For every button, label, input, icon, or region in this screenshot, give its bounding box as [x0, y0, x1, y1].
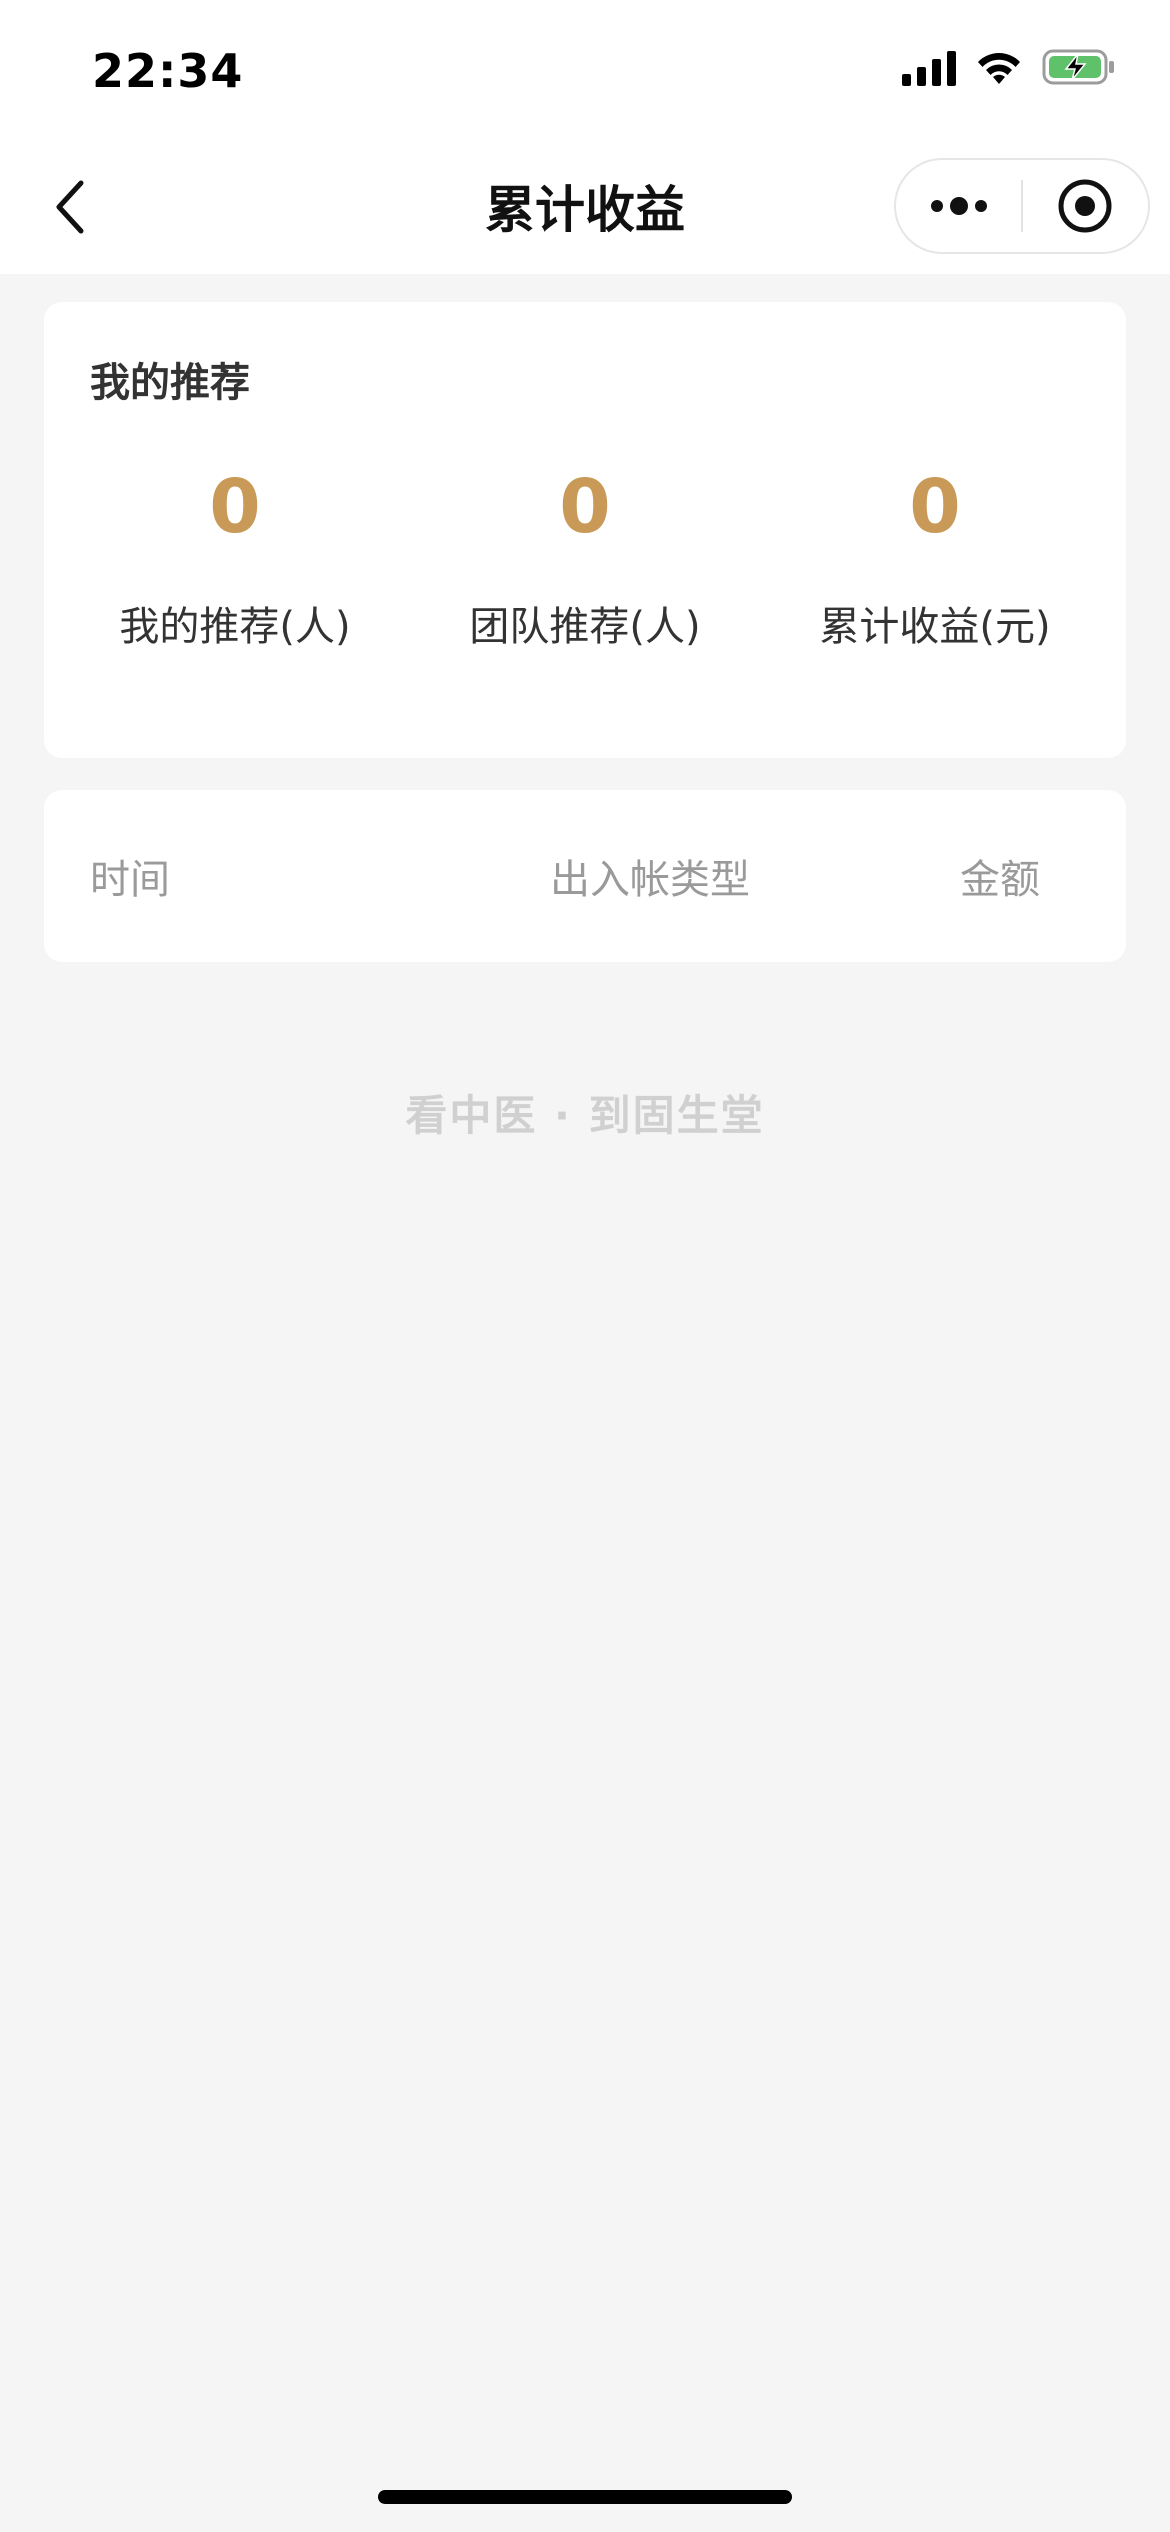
mini-program-capsule [894, 158, 1150, 254]
wifi-icon [974, 48, 1024, 86]
battery-charging-icon [1042, 48, 1116, 86]
stat-label: 累计收益(元) [819, 604, 1051, 650]
stat-my-referrals: 0 我的推荐(人) [60, 470, 410, 652]
stat-value: 0 [909, 464, 961, 550]
brand-slogan: 看中医 · 到固生堂 [405, 1091, 765, 1140]
stat-total-earnings: 0 累计收益(元) [760, 470, 1110, 652]
column-header-time: 时间 [90, 857, 170, 903]
stat-label: 我的推荐(人) [119, 604, 351, 650]
home-indicator[interactable] [378, 2490, 792, 2504]
stats-row: 0 我的推荐(人) 0 团队推荐(人) 0 累计收益(元) [60, 470, 1110, 652]
target-close-icon [1058, 179, 1112, 233]
card-title: 我的推荐 [90, 360, 250, 406]
status-icons [902, 48, 1116, 86]
stat-label: 团队推荐(人) [469, 604, 701, 650]
signal-icon [902, 48, 956, 86]
screen: 22:34 累计收益 我的推荐 0 我的推荐(人) 0 团队推荐(人) 0 累计… [0, 0, 1170, 2532]
more-button[interactable] [896, 160, 1021, 252]
status-time: 22:34 [92, 44, 244, 98]
stat-value: 0 [559, 464, 611, 550]
stat-team-referrals: 0 团队推荐(人) [410, 470, 760, 652]
column-header-type: 出入帐类型 [550, 857, 750, 903]
transactions-table-header: 时间 出入帐类型 金额 [44, 790, 1126, 962]
more-dots-icon [930, 197, 987, 215]
stat-value: 0 [209, 464, 261, 550]
close-button[interactable] [1023, 160, 1148, 252]
referral-stats-card: 我的推荐 0 我的推荐(人) 0 团队推荐(人) 0 累计收益(元) [44, 302, 1126, 758]
header-area: 22:34 累计收益 [0, 0, 1170, 274]
column-header-amount: 金额 [960, 857, 1040, 903]
